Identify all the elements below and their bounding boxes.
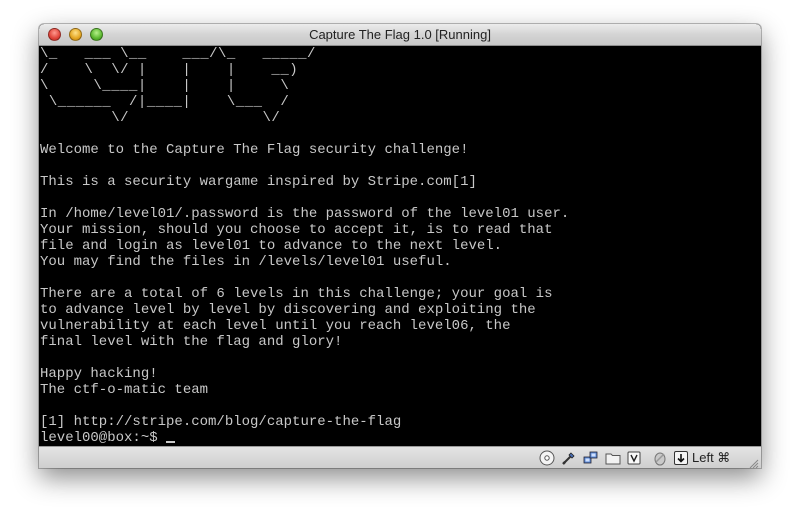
- text-cursor: [166, 441, 176, 443]
- network-icon[interactable]: [583, 450, 599, 466]
- console-line: file and login as level01 to advance to …: [40, 238, 503, 254]
- mouse-integration-icon[interactable]: [652, 450, 668, 466]
- console-line: This is a security wargame inspired by S…: [40, 174, 477, 190]
- optical-drive-icon[interactable]: [539, 450, 555, 466]
- console-text: Welcome to the Capture The Flag security…: [39, 126, 761, 446]
- vm-window: Capture The Flag 1.0 [Running] \_ ___ \_…: [39, 24, 761, 468]
- ctf-ascii-logo: \_ ___ \__ ___/\_ _____// \ \/ | | | __)…: [39, 46, 761, 126]
- logo-line: / \ \/ | | | __): [40, 62, 316, 78]
- console-line: In /home/level01/.password is the passwo…: [40, 206, 570, 222]
- console-line: to advance level by level by discovering…: [40, 302, 536, 318]
- console-line: vulnerability at each level until you re…: [40, 318, 511, 334]
- console-line: final level with the flag and glory!: [40, 334, 343, 350]
- host-key-label[interactable]: Left ⌘: [692, 450, 730, 466]
- logo-line: \ \____| | | \: [40, 78, 316, 94]
- console-line: Happy hacking!: [40, 366, 158, 382]
- resize-grip[interactable]: [749, 456, 759, 468]
- console-line: You may find the files in /levels/level0…: [40, 254, 452, 270]
- title-bar[interactable]: Capture The Flag 1.0 [Running]: [39, 24, 761, 46]
- console-line: The ctf-o-matic team: [40, 382, 209, 398]
- status-bar: Left ⌘: [39, 446, 761, 468]
- display-icon[interactable]: [626, 450, 642, 466]
- shell-prompt: level00@box:~$: [40, 430, 167, 446]
- logo-line: \/ \/: [40, 110, 316, 126]
- logo-line: \_ ___ \__ ___/\_ _____/: [40, 46, 316, 62]
- window-title: Capture The Flag 1.0 [Running]: [309, 27, 491, 42]
- usb-icon[interactable]: [561, 450, 577, 466]
- vm-console[interactable]: \_ ___ \__ ___/\_ _____// \ \/ | | | __)…: [39, 46, 761, 446]
- console-line: Your mission, should you choose to accep…: [40, 222, 553, 238]
- keyboard-capture-icon[interactable]: [673, 450, 689, 466]
- console-line: There are a total of 6 levels in this ch…: [40, 286, 553, 302]
- console-line: Welcome to the Capture The Flag security…: [40, 142, 469, 158]
- shell-prompt-line[interactable]: level00@box:~$: [40, 430, 761, 446]
- logo-line: \______ /|____| \___ /: [40, 94, 316, 110]
- console-line: [1] http://stripe.com/blog/capture-the-f…: [40, 414, 402, 430]
- shared-folder-icon[interactable]: [605, 450, 621, 466]
